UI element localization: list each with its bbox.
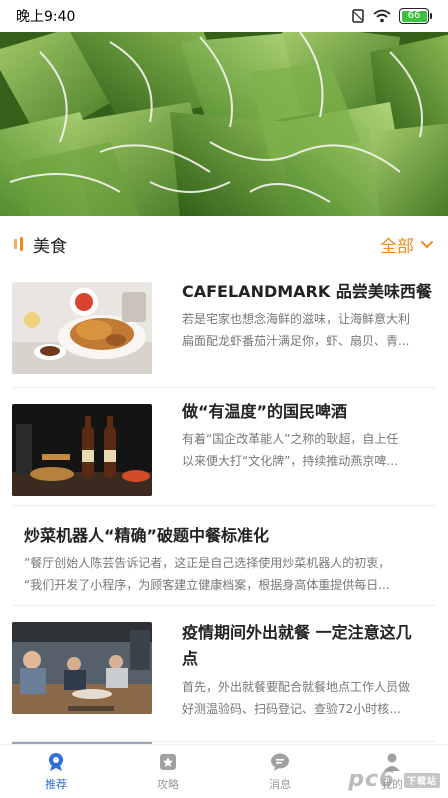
tab-label: 推荐 [45, 778, 67, 791]
guide-icon [160, 754, 176, 770]
tab-label: 消息 [269, 778, 291, 791]
article-title: 做“有温度”的国民啤酒 [182, 402, 348, 421]
article-description: 首先，外出就餐要配合就餐地点工作人员做 好测温验码、扫码登记、查验72小时核..… [182, 676, 436, 720]
article-title: 炒菜机器人“精确”破题中餐标准化 [24, 526, 270, 545]
article-description: 有着“国企改革能人”之称的耿超，自上任 以来便大打“文化牌”，持续推动燕京啤..… [182, 428, 436, 472]
article-description-line: 扁面配龙虾番茄汁满足你，虾、扇贝、青... [182, 334, 410, 348]
chevron-down-icon [421, 241, 433, 248]
article-item[interactable]: 炒菜机器人“精确”破题中餐标准化 ”餐厅创始人陈芸告诉记者，这正是自己选择使用炒… [12, 506, 436, 606]
article-description-line: 首先，外出就餐要配合就餐地点工作人员做 [182, 680, 411, 694]
sim-icon [352, 9, 364, 23]
message-icon [271, 753, 289, 771]
tab-message[interactable]: 消息 [224, 745, 336, 798]
banner-image[interactable] [0, 32, 448, 216]
status-bar: 晚上9:40 66 [0, 0, 448, 32]
tab-recommend[interactable]: 推荐 [0, 745, 112, 798]
article-description-line: 若是宅家也想念海鲜的滋味，让海鲜意大利 [182, 312, 411, 326]
article-thumbnail [12, 404, 152, 496]
watermark-sub: 下载站 [403, 772, 440, 788]
article-title: 疫情期间外出就餐 一定注意这几 点 [182, 620, 436, 672]
watermark-text: pc6 [348, 767, 396, 792]
watermark-logo: pc6 下载站 [348, 767, 440, 792]
wifi-icon [373, 9, 391, 23]
article-item[interactable]: 疫情期间外出就餐 一定注意这几 点 首先，外出就餐要配合就餐地点工作人员做 好测… [12, 606, 436, 742]
article-thumbnail [12, 622, 152, 714]
article-description-line: “我们开发了小程序，为顾客建立健康档案，根据身高体重提供每日... [24, 578, 390, 592]
section-title: 美食 [33, 236, 67, 257]
tab-label: 攻略 [157, 778, 179, 791]
article-description: ”餐厅创始人陈芸告诉记者，这正是自己选择使用炒菜机器人的初衷， “我们开发了小程… [24, 552, 436, 596]
tab-guide[interactable]: 攻略 [112, 745, 224, 798]
battery-icon: 66 [399, 8, 432, 24]
article-thumbnail [12, 282, 152, 374]
status-time: 晚上9:40 [16, 9, 76, 25]
section-header: 美食 全部 [0, 226, 448, 262]
status-icons: 66 [351, 8, 432, 24]
article-description: 若是宅家也想念海鲜的滋味，让海鲜意大利 扁面配龙虾番茄汁满足你，虾、扇贝、青..… [182, 308, 436, 352]
view-all-label: 全部 [380, 236, 414, 257]
view-all-button[interactable]: 全部 [380, 232, 434, 257]
article-description-line: 以来便大打“文化牌”，持续推动燕京啤... [182, 454, 398, 468]
article-item[interactable]: 做“有温度”的国民啤酒 有着“国企改革能人”之称的耿超，自上任 以来便大打“文化… [12, 388, 436, 506]
article-description-line: ”餐厅创始人陈芸告诉记者，这正是自己选择使用炒菜机器人的初衷， [24, 556, 391, 570]
battery-level: 66 [401, 10, 427, 22]
article-description-line: 好测温验码、扫码登记、查验72小时核... [182, 702, 401, 716]
article-description-line: 有着“国企改革能人”之称的耿超，自上任 [182, 432, 399, 446]
article-item[interactable]: CAFELANDMARK 品尝美味西餐 若是宅家也想念海鲜的滋味，让海鲜意大利 … [12, 272, 436, 388]
section-marker-icon [14, 237, 23, 251]
recommend-icon [49, 753, 63, 771]
article-title: CAFELANDMARK 品尝美味西餐 [182, 282, 432, 301]
article-title-line: 疫情期间外出就餐 一定注意这几 [182, 623, 412, 642]
article-title-line: 点 [182, 649, 199, 668]
